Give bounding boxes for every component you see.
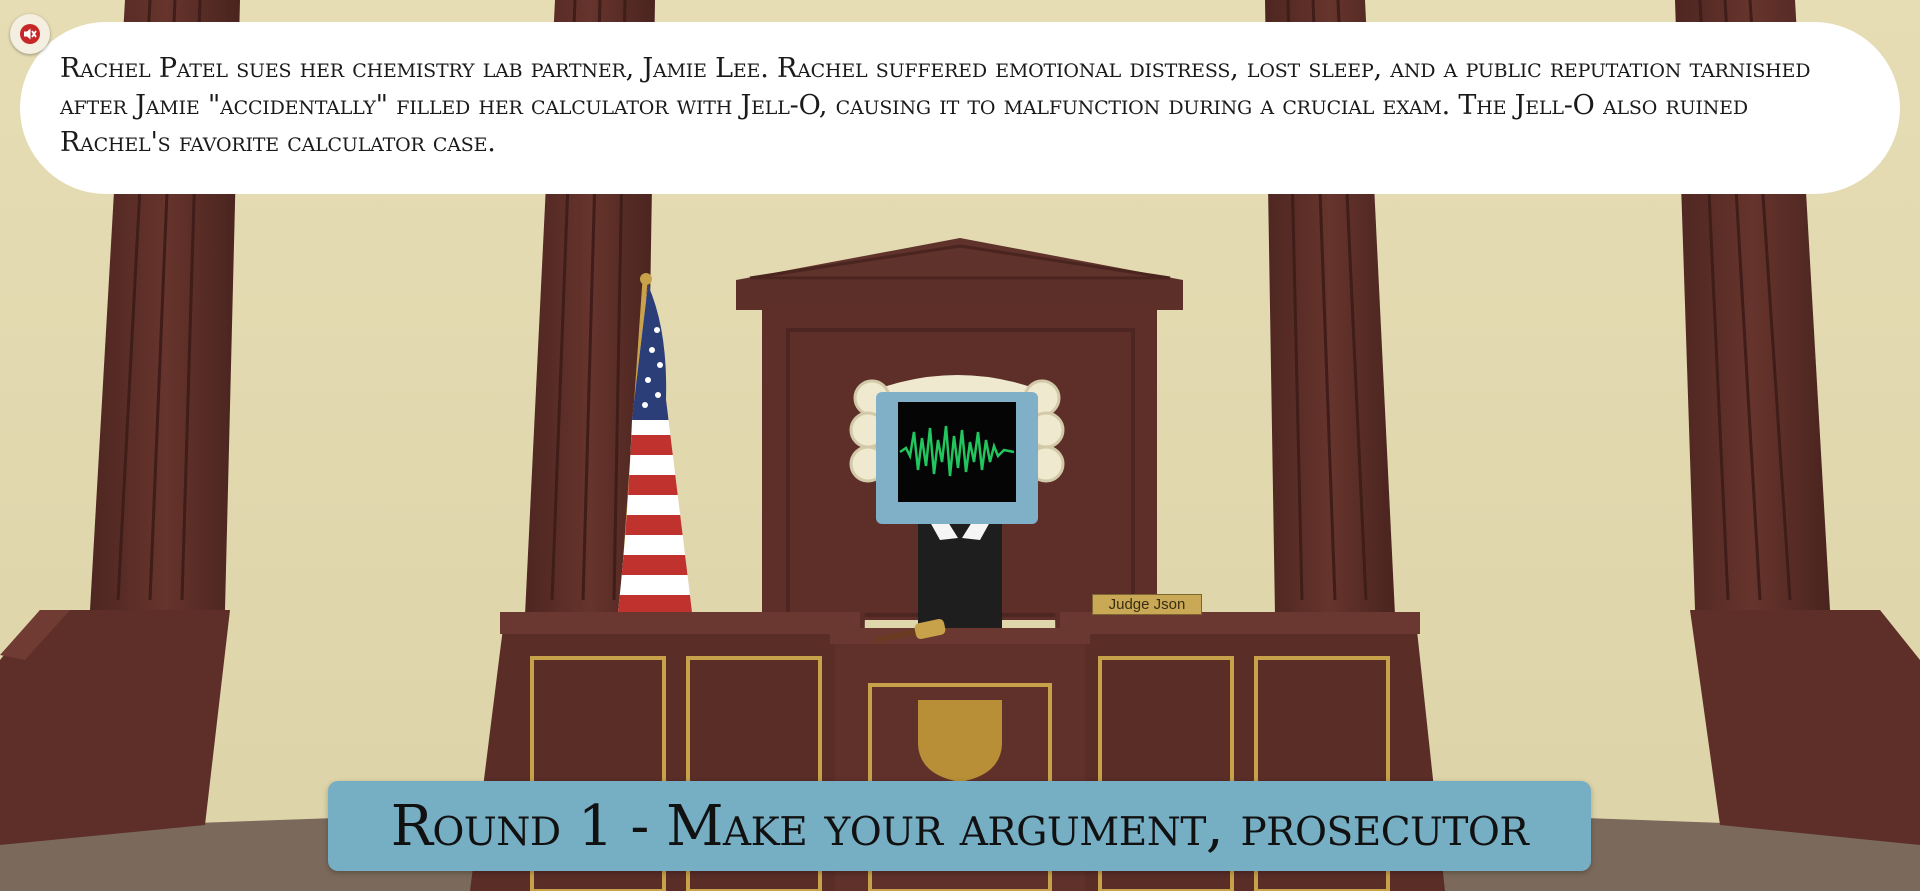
round-banner: Round 1 - Make your argument, prosecutor <box>328 781 1591 871</box>
case-description-bubble: Rachel Patel sues her chemistry lab part… <box>20 22 1900 194</box>
speaker-muted-icon <box>20 24 40 44</box>
mute-audio-button[interactable] <box>10 14 50 54</box>
case-description-text: Rachel Patel sues her chemistry lab part… <box>60 53 1811 158</box>
round-title: Round 1 - Make your argument, prosecutor <box>390 793 1529 859</box>
judge-nameplate: Judge Json <box>1092 594 1202 615</box>
